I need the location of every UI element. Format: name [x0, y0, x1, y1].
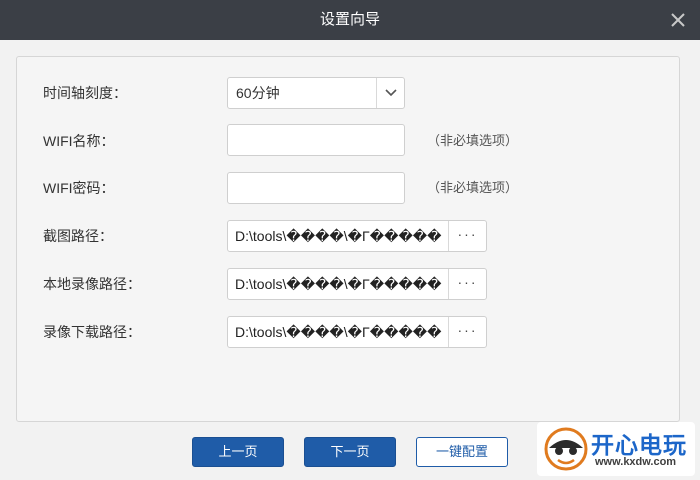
- screenshot-path-value: D:\tools\����\�Γ�����: [235, 228, 442, 244]
- wifi-name-label: WIFI名称：: [43, 133, 115, 149]
- wifi-password-hint: （非必填选项）: [427, 180, 519, 195]
- timeline-scale-select[interactable]: 60分钟: [227, 77, 405, 109]
- brand-name: 开心电玩: [591, 432, 687, 458]
- local-record-path-field[interactable]: D:\tools\����\�Γ����� ···: [227, 268, 487, 300]
- wifi-password-label: WIFI密码：: [43, 180, 115, 196]
- wifi-name-hint: （非必填选项）: [427, 133, 519, 148]
- chevron-down-icon[interactable]: [376, 78, 404, 108]
- wifi-name-input[interactable]: [227, 124, 405, 156]
- window-title: 设置向导: [319, 11, 380, 28]
- record-download-path-browse-button[interactable]: ···: [448, 317, 486, 347]
- close-icon[interactable]: [668, 10, 688, 30]
- settings-panel: 时间轴刻度： 60分钟 WIFI名称： （非必填选项） WIFI密码： （非必填…: [16, 56, 680, 422]
- timeline-scale-value: 60分钟: [236, 85, 280, 101]
- record-download-path-label: 录像下载路径：: [43, 324, 141, 340]
- screenshot-path-field[interactable]: D:\tools\����\�Γ����� ···: [227, 220, 487, 252]
- next-page-button[interactable]: 下一页: [304, 437, 396, 467]
- record-download-path-field[interactable]: D:\tools\����\�Γ����� ···: [227, 316, 487, 348]
- mascot-icon: [544, 427, 588, 471]
- local-record-path-value: D:\tools\����\�Γ�����: [235, 276, 442, 292]
- timeline-scale-label: 时间轴刻度：: [43, 85, 127, 101]
- setup-wizard-window: 设置向导 时间轴刻度： 60分钟 WIFI名称： （非必填选项） WIFI密码：: [0, 0, 700, 480]
- brand-url: www.kxdw.com: [595, 456, 677, 468]
- screenshot-path-browse-button[interactable]: ···: [448, 221, 486, 251]
- screenshot-path-label: 截图路径：: [43, 228, 113, 244]
- record-download-path-value: D:\tools\����\�Γ�����: [235, 324, 442, 340]
- title-bar: 设置向导: [0, 0, 700, 40]
- one-click-config-button[interactable]: 一键配置: [416, 437, 508, 467]
- prev-page-button[interactable]: 上一页: [192, 437, 284, 467]
- wifi-password-input[interactable]: [227, 172, 405, 204]
- kxdw-watermark-logo: 开心电玩 www.kxdw.com: [537, 422, 695, 476]
- local-record-path-browse-button[interactable]: ···: [448, 269, 486, 299]
- local-record-path-label: 本地录像路径：: [43, 276, 141, 292]
